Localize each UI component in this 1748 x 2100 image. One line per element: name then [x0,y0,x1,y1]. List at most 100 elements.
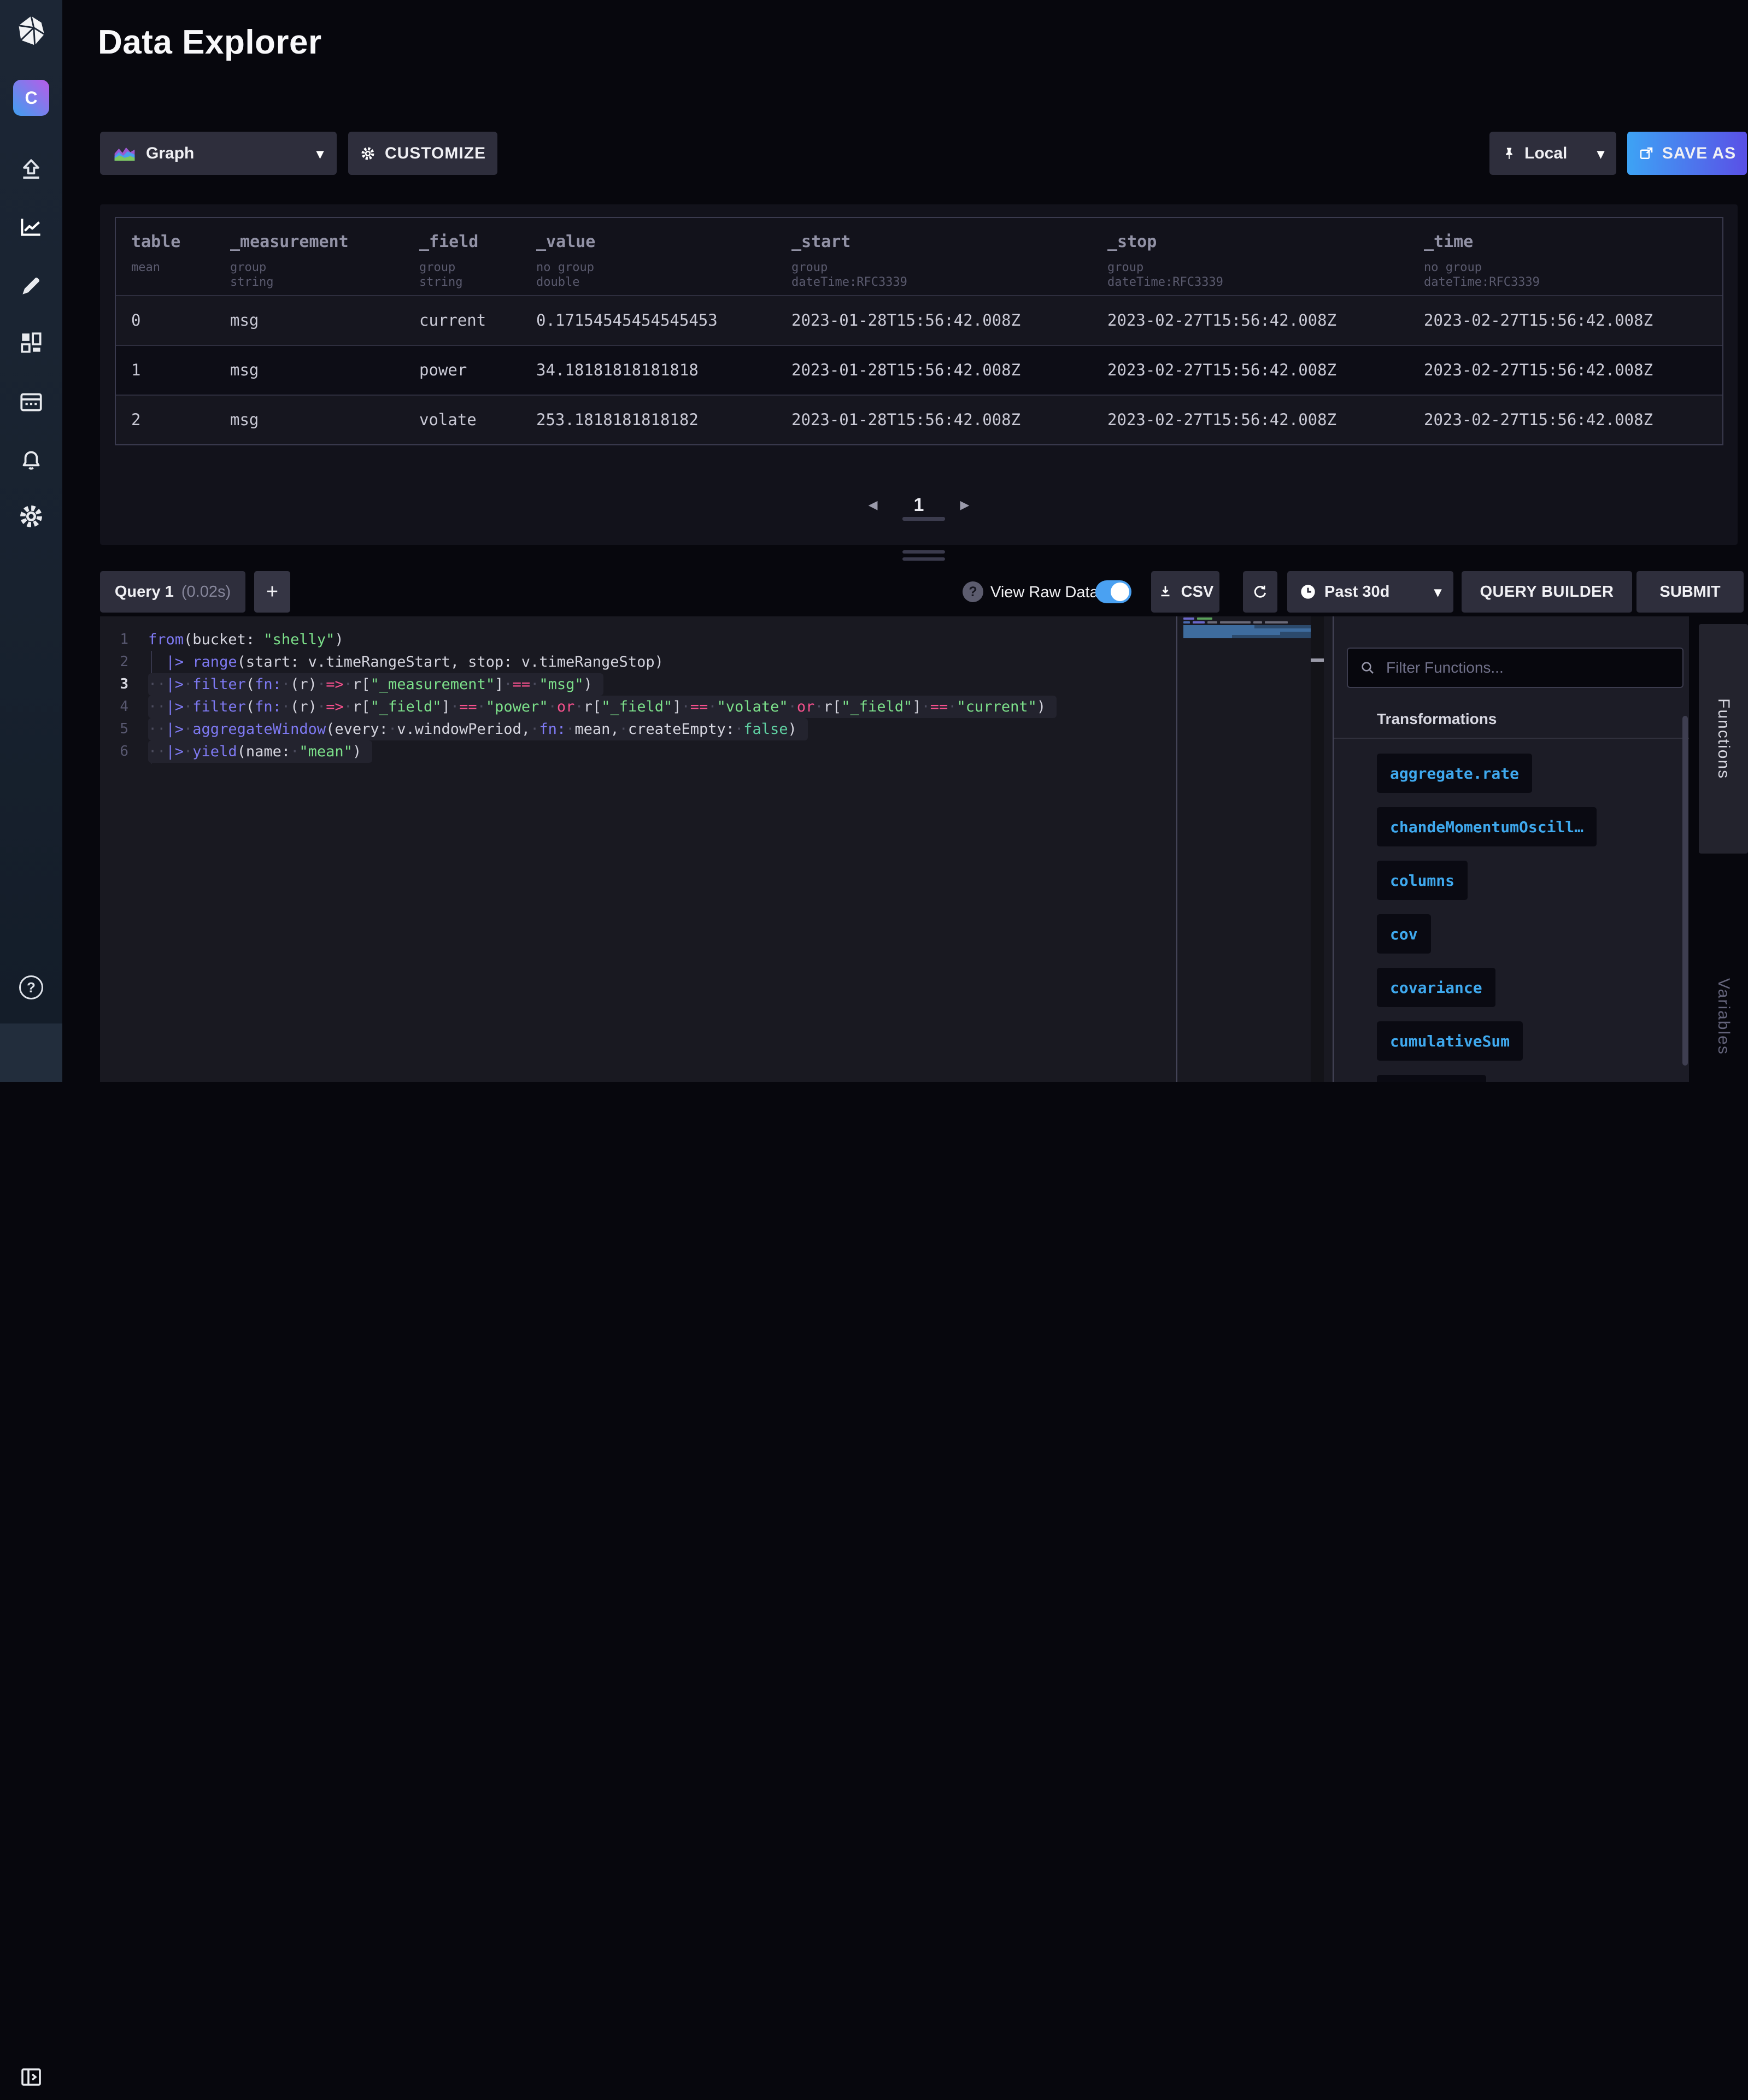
avatar-letter: C [25,88,37,108]
influxdb-logo-icon[interactable] [0,8,62,54]
table-cell: power [404,346,521,395]
pane-splitter-handle[interactable] [902,550,945,554]
table-cell: msg [215,296,404,345]
chevron-down-icon: ▾ [316,146,324,161]
next-page-icon[interactable]: ▶ [960,498,969,512]
line-chart-icon [17,213,45,240]
line-number: 1 [100,628,128,651]
clock-icon [1299,583,1317,601]
gear-icon [360,145,376,162]
gear-icon [17,502,45,531]
table-cell: 1 [116,346,215,395]
plus-icon: + [266,580,278,604]
view-type-dropdown[interactable]: Graph ▾ [100,132,337,175]
sidebar-item-edit[interactable] [0,263,62,309]
table-column-header: _valueno group double [521,218,776,295]
table-header-row: tablemean_measurementgroup string_fieldg… [116,218,1722,295]
expand-sidebar-button[interactable] [0,2054,62,2100]
function-pill[interactable]: covariance [1377,968,1495,1007]
sidebar-item-data-explorer[interactable] [0,204,62,250]
tab-functions-label: Functions [1714,698,1733,779]
editor-minimap[interactable] [1183,617,1311,638]
calendar-icon [17,388,45,415]
raw-data-help-button[interactable]: ? [963,581,983,602]
function-pill[interactable]: cumulativeSum [1377,1021,1523,1061]
line-number: 4 [100,696,128,718]
editor-scrollbar[interactable] [1311,616,1324,1082]
sidebar-item-help[interactable]: ? [0,964,62,1010]
table-row[interactable]: 1msgpower34.181818181818182023-01-28T15:… [116,345,1722,395]
code-line: ··|>·filter(fn:·(r)·=>·r["_field"]·==·"p… [148,696,1057,718]
customize-button[interactable]: CUSTOMIZE [348,132,497,175]
table-cell: current [404,296,521,345]
table-row[interactable]: 0msgcurrent0.171545454545454532023-01-28… [116,295,1722,345]
function-pill[interactable]: chandeMomentumOscill… [1377,807,1597,846]
line-number: 3 [100,673,128,696]
pencil-icon [17,272,45,299]
upload-icon [17,156,45,184]
functions-panel: Transformations aggregate.ratechandeMome… [1333,616,1689,1082]
filter-functions-input[interactable] [1386,659,1670,677]
editor-gutter: 123456 [100,628,128,763]
query-builder-button[interactable]: QUERY BUILDER [1462,571,1632,613]
flux-code-editor[interactable]: 123456 from(bucket: "shelly") |> range(s… [100,616,1333,1082]
tab-functions[interactable]: Functions [1699,624,1748,854]
expand-sidebar-icon [18,2064,44,2090]
table-column-header: _timeno group dateTime:RFC3339 [1409,218,1722,295]
question-icon: ? [969,584,977,600]
chevron-down-icon: ▾ [1434,585,1441,599]
user-avatar[interactable]: C [13,80,49,116]
minimap-selection [1183,625,1311,638]
local-dropdown[interactable]: Local ▾ [1489,132,1616,175]
time-range-label: Past 30d [1324,583,1389,601]
csv-download-button[interactable]: CSV [1151,571,1219,613]
add-query-button[interactable]: + [254,571,290,613]
function-pill[interactable]: cov [1377,914,1431,954]
filter-functions-searchbox[interactable] [1347,648,1684,688]
function-pill-partial[interactable] [1377,1075,1486,1082]
download-icon [1157,584,1174,600]
code-line: ··|>·yield(name:·"mean") [148,740,1057,763]
pane-splitter-handle[interactable] [902,557,945,561]
sidebar-item-settings[interactable] [0,493,62,539]
table-column-header: _startgroup dateTime:RFC3339 [776,218,1092,295]
tab-variables[interactable]: Variables [1699,951,1748,1082]
export-icon [1638,145,1655,162]
view-type-label: Graph [146,144,194,163]
chevron-down-icon: ▾ [1597,146,1604,161]
table-cell: 2023-02-27T15:56:42.008Z [1092,396,1409,444]
submit-label: SUBMIT [1659,583,1720,601]
sidebar-item-tasks[interactable] [0,379,62,425]
functions-scrollbar-thumb[interactable] [1682,716,1688,1066]
editor-code: from(bucket: "shelly") |> range(start: v… [148,628,1057,763]
sidebar-item-dashboards[interactable] [0,320,62,366]
table-row[interactable]: 2msgvolate253.18181818181822023-01-28T15… [116,395,1722,444]
query-tab[interactable]: Query 1 (0.02s) [100,571,245,613]
function-pill[interactable]: columns [1377,861,1468,900]
sidebar-item-alerts[interactable] [0,437,62,483]
submit-button[interactable]: SUBMIT [1636,571,1744,613]
query-tab-label: Query 1 [115,583,174,601]
time-range-dropdown[interactable]: Past 30d ▾ [1287,571,1453,613]
refresh-icon [1252,583,1269,601]
sidebar-bottom-section [0,1023,62,1082]
function-pill[interactable]: aggregate.rate [1377,754,1532,793]
page-title: Data Explorer [98,23,322,62]
save-as-button[interactable]: SAVE AS [1627,132,1747,175]
view-raw-data-toggle[interactable] [1095,580,1131,603]
minimap-line [1183,617,1311,620]
question-circle-icon: ? [19,975,43,999]
editor-scrollbar-thumb[interactable] [1311,658,1324,662]
raw-data-table: tablemean_measurementgroup string_fieldg… [115,217,1723,445]
sidebar-item-upload[interactable] [0,147,62,193]
query-duration: (0.02s) [181,583,231,601]
line-number: 6 [100,740,128,763]
refresh-button[interactable] [1243,571,1277,613]
table-cell: 2023-01-28T15:56:42.008Z [776,396,1092,444]
page-number[interactable]: 1 [914,495,924,516]
table-cell: 2023-02-27T15:56:42.008Z [1092,346,1409,395]
dashboards-icon [17,329,45,356]
prev-page-icon[interactable]: ◀ [869,498,878,512]
pagination: ◀ 1 ▶ [100,491,1738,519]
table-column-header: _stopgroup dateTime:RFC3339 [1092,218,1409,295]
